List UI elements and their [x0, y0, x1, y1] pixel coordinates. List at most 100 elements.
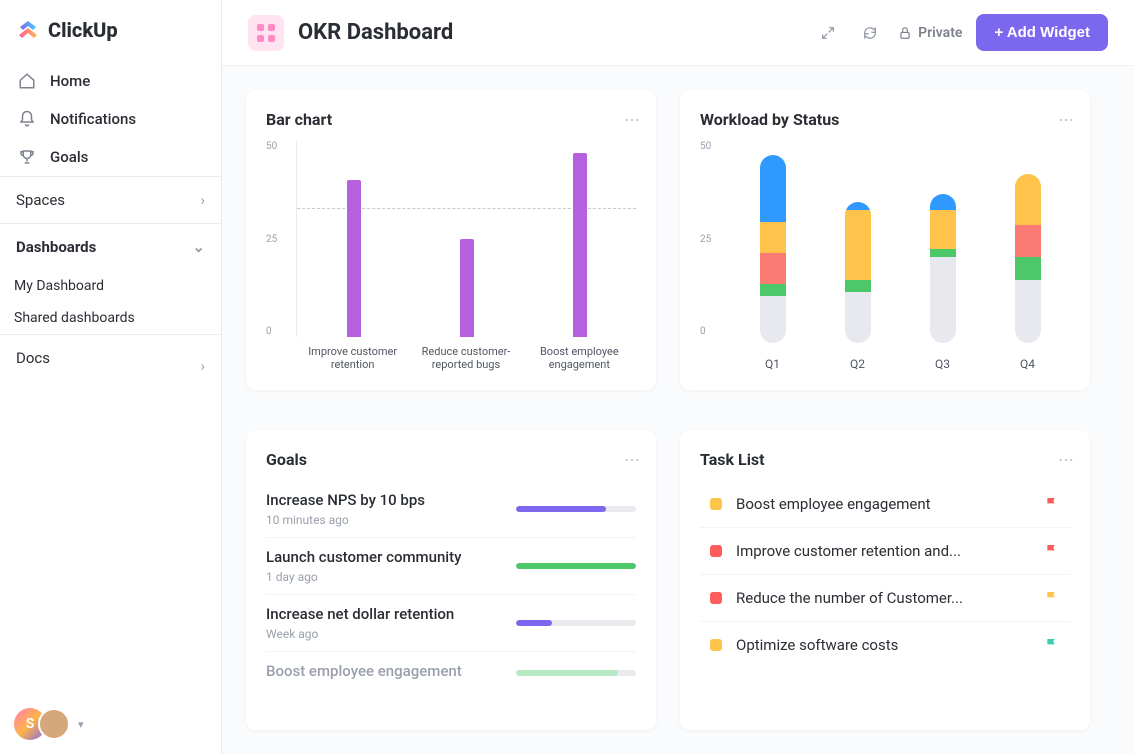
widget-title: Bar chart [266, 110, 636, 129]
task-name: Boost employee engagement [736, 495, 1030, 513]
widget-menu-button[interactable]: ⋯ [1058, 110, 1076, 129]
y-tick: 0 [700, 326, 726, 337]
chevron-right-icon: › [200, 191, 205, 209]
goal-time: 1 day ago [266, 570, 504, 584]
task-item[interactable]: Reduce the number of Customer... [700, 575, 1070, 622]
x-label: Reduce customer-reported bugs [416, 345, 516, 371]
bar-segment [1015, 257, 1041, 281]
nav-dashboards[interactable]: Dashboards ⌄ [0, 224, 221, 270]
widget-workload: Workload by Status ⋯ 50250Q1Q2Q3Q4 [680, 90, 1090, 390]
nav-docs-label: Docs [16, 349, 50, 367]
task-name: Reduce the number of Customer... [736, 589, 1030, 607]
privacy-label: Private [918, 25, 962, 41]
stacked-bar[interactable] [1015, 174, 1041, 343]
nav-shared-dashboards[interactable]: Shared dashboards [0, 302, 221, 334]
chevron-down-icon: ⌄ [192, 238, 205, 256]
bar[interactable] [460, 239, 474, 337]
task-item[interactable]: Optimize software costs [700, 622, 1070, 668]
widget-menu-button[interactable]: ⋯ [624, 110, 642, 129]
bar-segment [845, 280, 871, 292]
goal-progress [516, 670, 636, 676]
nav-spaces[interactable]: Spaces › [0, 177, 221, 223]
expand-icon [820, 25, 836, 41]
bar-segment [930, 194, 956, 210]
widget-bar-chart: Bar chart ⋯ 50 25 0 Improve customer retent… [246, 90, 656, 390]
chevron-down-icon: ▾ [78, 718, 84, 731]
x-label: Boost employee engagement [529, 345, 629, 371]
widget-title: Goals [266, 450, 636, 469]
task-item[interactable]: Improve customer retention and... [700, 528, 1070, 575]
nav-goals[interactable]: Goals [0, 138, 221, 176]
task-name: Improve customer retention and... [736, 542, 1030, 560]
x-label: Q1 [765, 357, 780, 371]
y-tick: 0 [266, 326, 292, 337]
widget-menu-button[interactable]: ⋯ [1058, 450, 1076, 469]
goal-name: Increase NPS by 10 bps [266, 491, 504, 509]
y-tick: 25 [700, 234, 726, 245]
goal-progress [516, 506, 636, 512]
expand-button[interactable] [814, 19, 842, 47]
status-square [710, 639, 722, 651]
logo[interactable]: ClickUp [0, 0, 221, 54]
clickup-logo-icon [16, 18, 40, 42]
flag-icon [1044, 496, 1060, 512]
flag-icon [1044, 590, 1060, 606]
trophy-icon [18, 148, 36, 166]
brand-text: ClickUp [48, 18, 118, 42]
nav-home[interactable]: Home [0, 62, 221, 100]
goal-item[interactable]: Increase NPS by 10 bps10 minutes ago [266, 481, 636, 538]
goal-item[interactable]: Boost employee engagement [266, 652, 636, 694]
nav-notifications[interactable]: Notifications [0, 100, 221, 138]
add-widget-button[interactable]: + Add Widget [976, 14, 1108, 51]
bar[interactable] [347, 180, 361, 337]
status-square [710, 545, 722, 557]
widget-goals: Goals ⋯ Increase NPS by 10 bps10 minutes… [246, 430, 656, 730]
nav-docs[interactable]: Docs › [0, 335, 221, 381]
nav-notifications-label: Notifications [50, 110, 136, 128]
goal-progress [516, 563, 636, 569]
avatar [38, 708, 70, 740]
home-icon [18, 72, 36, 90]
nav-dashboards-label: Dashboards [16, 238, 96, 256]
widget-menu-button[interactable]: ⋯ [624, 450, 642, 469]
bar[interactable] [573, 153, 587, 337]
y-tick: 50 [266, 141, 292, 152]
widget-task-list: Task List ⋯ Boost employee engagement Imp… [680, 430, 1090, 730]
stacked-bar[interactable] [845, 202, 871, 343]
goal-item[interactable]: Increase net dollar retention Week ago [266, 595, 636, 652]
bar-segment [760, 253, 786, 284]
widget-title: Task List [700, 450, 1070, 469]
lock-icon [898, 26, 912, 40]
refresh-button[interactable] [856, 19, 884, 47]
task-name: Optimize software costs [736, 636, 1030, 654]
x-label: Improve customer retention [303, 345, 403, 371]
bell-icon [18, 110, 36, 128]
goal-item[interactable]: Launch customer community 1 day ago [266, 538, 636, 595]
user-avatars[interactable]: S ▾ [14, 708, 84, 740]
refresh-icon [862, 25, 878, 41]
goal-progress [516, 620, 636, 626]
bar-segment [930, 257, 956, 343]
nav-home-label: Home [50, 72, 90, 90]
bar-segment [930, 249, 956, 257]
stacked-bar[interactable] [930, 194, 956, 343]
x-label: Q3 [935, 357, 950, 371]
dashboard-icon [248, 15, 284, 51]
goal-time: Week ago [266, 627, 504, 641]
privacy-toggle[interactable]: Private [898, 25, 962, 41]
chevron-right-icon: › [200, 357, 205, 375]
bar-segment [760, 296, 786, 343]
bar-segment [930, 210, 956, 249]
flag-icon [1044, 637, 1060, 653]
x-label: Q2 [850, 357, 865, 371]
goal-name: Launch customer community [266, 548, 504, 566]
y-tick: 25 [266, 234, 292, 245]
bar-segment [845, 202, 871, 210]
status-square [710, 498, 722, 510]
nav-my-dashboard[interactable]: My Dashboard [0, 270, 221, 302]
goal-name: Increase net dollar retention [266, 605, 504, 623]
goal-name: Boost employee engagement [266, 662, 504, 680]
task-item[interactable]: Boost employee engagement [700, 481, 1070, 528]
stacked-bar[interactable] [760, 155, 786, 343]
nav-goals-label: Goals [50, 148, 88, 166]
